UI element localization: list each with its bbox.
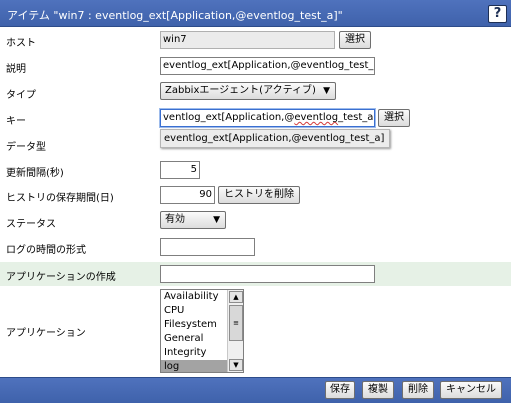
scroll-down-icon[interactable]: ▼ bbox=[229, 359, 243, 371]
log-time-format-label: ログの時間の形式 bbox=[6, 245, 86, 256]
chevron-down-icon: ▼ bbox=[323, 86, 330, 96]
interval-field[interactable]: 5 bbox=[160, 161, 200, 179]
host-row: ホスト win7 選択 bbox=[0, 29, 511, 51]
type-select[interactable]: Zabbixエージェント(アクティブ) ▼ bbox=[160, 82, 336, 100]
key-autocomplete-suggestion[interactable]: eventlog_ext[Application,@eventlog_test_… bbox=[160, 129, 390, 148]
applications-listbox[interactable]: Availability CPU Filesystem General Inte… bbox=[160, 289, 244, 373]
clear-history-button[interactable]: ヒストリを削除 bbox=[218, 186, 300, 204]
scrollbar[interactable]: ▲ ≡ ▼ bbox=[227, 290, 243, 372]
key-field[interactable]: ventlog_ext[Application,@eventlog_test_a… bbox=[160, 109, 375, 127]
delete-button[interactable]: 削除 bbox=[402, 381, 434, 399]
status-label: ステータス bbox=[6, 219, 56, 230]
clone-button[interactable]: 複製 bbox=[362, 381, 394, 399]
status-row: ステータス 有効 ▼ bbox=[0, 210, 511, 232]
data-type-label: データ型 bbox=[6, 142, 46, 153]
applications-label: アプリケーション bbox=[6, 328, 86, 339]
key-field-prefix: ventlog_ext[Application,@ bbox=[163, 112, 295, 123]
host-label: ホスト bbox=[6, 38, 36, 49]
status-select-value: 有効 bbox=[165, 214, 185, 225]
description-field[interactable]: eventlog_ext[Application,@eventlog_test_… bbox=[160, 57, 375, 75]
interval-label: 更新間隔(秒) bbox=[6, 168, 64, 179]
chevron-down-icon: ▼ bbox=[213, 215, 220, 225]
key-field-suffix: _test_a] bbox=[338, 112, 375, 123]
type-label: タイプ bbox=[6, 90, 36, 101]
key-row: キー ventlog_ext[Application,@eventlog_tes… bbox=[0, 107, 511, 129]
scroll-thumb[interactable]: ≡ bbox=[229, 305, 243, 341]
type-select-value: Zabbixエージェント(アクティブ) bbox=[165, 85, 316, 96]
new-application-field[interactable] bbox=[160, 265, 375, 283]
new-application-label: アプリケーションの作成 bbox=[6, 272, 116, 283]
host-select-button[interactable]: 選択 bbox=[339, 31, 371, 49]
help-button[interactable]: ? bbox=[488, 5, 507, 23]
title-bar: アイテム "win7 : eventlog_ext[Application,@e… bbox=[0, 0, 511, 27]
cancel-button[interactable]: キャンセル bbox=[440, 381, 502, 399]
status-select[interactable]: 有効 ▼ bbox=[160, 211, 226, 229]
applications-row: アプリケーション bbox=[0, 286, 511, 376]
log-time-format-row: ログの時間の形式 bbox=[0, 236, 511, 258]
new-application-row: アプリケーションの作成 bbox=[0, 262, 511, 286]
key-select-button[interactable]: 選択 bbox=[378, 109, 410, 127]
description-label: 説明 bbox=[6, 64, 26, 75]
history-field[interactable]: 90 bbox=[160, 186, 215, 204]
page-title: アイテム "win7 : eventlog_ext[Application,@e… bbox=[7, 9, 343, 22]
host-field[interactable]: win7 bbox=[160, 31, 335, 49]
history-label: ヒストリの保存期間(日) bbox=[6, 193, 114, 204]
type-row: タイプ Zabbixエージェント(アクティブ) ▼ bbox=[0, 81, 511, 103]
log-time-format-field[interactable] bbox=[160, 238, 255, 256]
save-button[interactable]: 保存 bbox=[325, 381, 355, 399]
history-row: ヒストリの保存期間(日) 90 ヒストリを削除 bbox=[0, 184, 511, 206]
footer-bar: 保存 複製 削除 キャンセル bbox=[0, 377, 511, 403]
key-field-spellcheck-word: eventlog bbox=[294, 112, 339, 123]
key-label: キー bbox=[6, 116, 26, 127]
description-row: 説明 eventlog_ext[Application,@eventlog_te… bbox=[0, 55, 511, 77]
interval-row: 更新間隔(秒) 5 bbox=[0, 159, 511, 181]
scroll-up-icon[interactable]: ▲ bbox=[229, 291, 243, 303]
